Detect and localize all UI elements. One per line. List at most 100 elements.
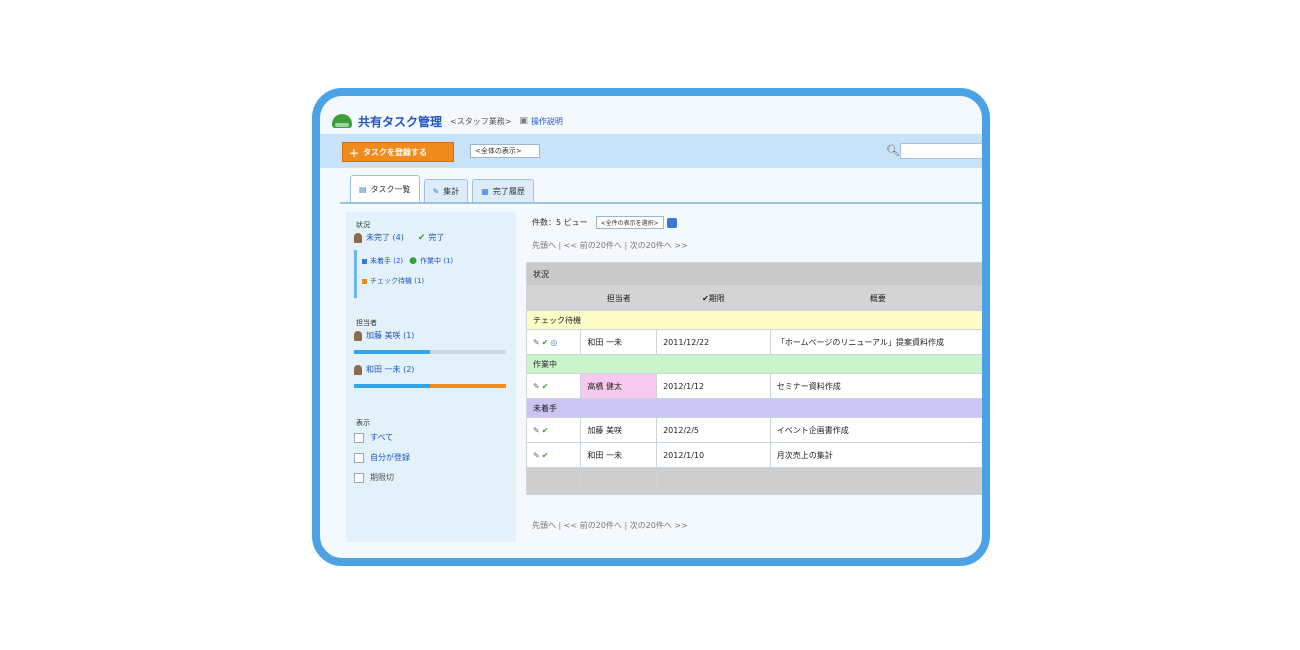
app-logo-icon [332,114,352,128]
plus-icon: ＋ [349,148,359,160]
check-icon: ✔ [417,232,426,243]
detail-icon[interactable]: ◎ [550,338,557,347]
row-actions: ✎ ✔ ◎ [525,329,582,355]
footer-cell [656,467,771,495]
pager-bottom[interactable]: 先頭へ | << 前の20件へ | 次の20件へ >> [532,520,688,531]
sidebar: 状況 未完了 (4) ✔ 完了 未着手 (2) ● 作業中 (1) チェック待機… [346,212,516,542]
column-header[interactable]: ✔期限 [656,285,771,311]
check-icon: ● [409,256,417,266]
tab-task-list[interactable]: ▤ タスク一覧 [350,175,420,202]
subject-cell[interactable]: イベント企画書作成 [769,417,982,443]
table-row[interactable]: ✎ ✔ 高橋 健太 2012/1/12 セミナー資料作成 [525,373,982,399]
row-actions: ✎ ✔ [525,442,582,468]
search-input[interactable] [900,143,982,159]
status-complete-link[interactable]: 完了 [428,232,444,243]
display-mine-link[interactable]: 自分が登録 [370,452,410,463]
person-icon [354,330,362,341]
display-mine-row: 自分が登録 [354,452,410,463]
check-waiting-icon [362,278,367,284]
tab-history[interactable]: ▦ 完了履歴 [472,179,534,202]
group-row: 未着手 [526,398,982,418]
new-task-button[interactable]: ＋ タスクを登録する [342,142,454,162]
group-row: 作業中 [526,354,982,374]
due-date-cell: 2011/12/22 [656,329,771,355]
tab-summary[interactable]: ✎ 集計 [423,179,469,202]
table-footer-row [525,467,982,495]
status-incomplete-link[interactable]: 未完了 (4) [366,232,404,243]
subject-cell[interactable]: 月次売上の集計 [769,442,982,468]
subject-cell[interactable]: セミナー資料作成 [769,373,982,399]
group-row: チェック待機 [526,310,982,330]
edit-icon[interactable]: ✎ [533,426,540,435]
group-label: 未着手 [526,398,982,418]
tab-label: 集計 [443,186,460,196]
chart-icon: ✎ [432,186,440,196]
footer-cell [580,467,658,495]
edit-icon[interactable]: ✎ [533,451,540,460]
person-icon [354,232,362,243]
assignee-row-2: 和田 一未 (2) [354,364,414,375]
table-row[interactable]: ✎ ✔ ◎ 和田 一未 2011/12/22 「ホームページのリニューアル」提案資料作成 [525,329,982,355]
assignee-2-progress [354,384,506,388]
list-icon [354,472,364,483]
table-row[interactable]: ✎ ✔ 和田 一未 2012/1/10 月次売上の集計 [525,442,982,468]
title-bar: 共有タスク管理 <スタッフ業務> ▣ 操作説明 [332,110,563,132]
column-header[interactable] [525,285,582,311]
view-select[interactable]: <全件の表示を選択> [595,216,664,229]
in-progress-icon [362,258,367,264]
assignee-1-progress [354,350,506,354]
progress-fill [354,350,430,354]
status-header-row: 状況 [526,262,982,286]
status-heading: 状況 [356,221,370,229]
column-header[interactable]: 担当者 [580,285,658,311]
column-header[interactable]: 概要 [769,285,982,311]
display-all-link[interactable]: すべて [370,432,393,443]
app-subtitle: <スタッフ業務> [450,116,512,126]
status-indicator-bar [354,250,357,298]
list-icon [354,452,364,463]
group-label: 作業中 [526,354,982,374]
edit-icon[interactable]: ✎ [533,338,540,347]
filter-select[interactable]: <全体の表示> [470,144,540,158]
assignee-2-link[interactable]: 和田 一未 (2) [366,364,414,375]
new-task-label: タスクを登録する [363,147,427,157]
app-title[interactable]: 共有タスク管理 [358,113,442,130]
check-icon[interactable]: ✔ [542,382,549,391]
footer-cell [769,467,982,495]
search-icon[interactable]: 🔍︎ [886,144,900,157]
check-icon[interactable]: ✔ [542,451,549,460]
status-check-row: チェック待機 (1) [362,276,424,286]
assignee-cell: 和田 一未 [580,442,658,468]
status-in-progress-link[interactable]: 未着手 (2) [370,256,403,266]
subject-cell[interactable]: 「ホームページのリニューアル」提案資料作成 [769,329,982,355]
row-actions: ✎ ✔ [525,417,582,443]
tab-label: タスク一覧 [370,184,411,194]
display-done-link[interactable]: 期限切 [370,472,394,483]
check-icon[interactable]: ✔ [542,426,549,435]
tab-bar: ▤ タスク一覧 ✎ 集計 ▦ 完了履歴 [350,175,538,202]
help-link[interactable]: 操作説明 [531,116,563,127]
view-button-icon[interactable] [666,217,677,228]
assignee-cell: 和田 一未 [580,329,658,355]
pager-top[interactable]: 先頭へ | << 前の20件へ | 次の20件へ >> [532,240,688,251]
status-header-cell: 状況 [526,262,982,286]
assignee-heading: 担当者 [356,319,377,327]
history-icon: ▦ [481,186,489,196]
assignee-row-1: 加藤 美咲 (1) [354,330,414,341]
tab-label: 完了履歴 [492,186,525,196]
status-unstarted-link[interactable]: 作業中 (1) [420,256,453,266]
help-icon[interactable]: ▣ [519,116,528,126]
app-window: 共有タスク管理 <スタッフ業務> ▣ 操作説明 ＋ タスクを登録する <全体の表… [312,88,990,566]
display-heading: 表示 [356,419,370,427]
list-icon [354,432,364,443]
assignee-1-link[interactable]: 加藤 美咲 (1) [366,330,414,341]
status-check-waiting-link[interactable]: チェック待機 (1) [370,276,424,286]
status-sub-row: 未着手 (2) ● 作業中 (1) [362,256,453,266]
row-actions: ✎ ✔ [525,373,582,399]
due-date-cell: 2012/2/5 [656,417,771,443]
table-row[interactable]: ✎ ✔ 加藤 美咲 2012/2/5 イベント企画書作成 [525,417,982,443]
person-icon [354,364,362,375]
edit-icon[interactable]: ✎ [533,382,540,391]
check-icon[interactable]: ✔ [542,338,549,347]
due-date-cell: 2012/1/12 [656,373,771,399]
